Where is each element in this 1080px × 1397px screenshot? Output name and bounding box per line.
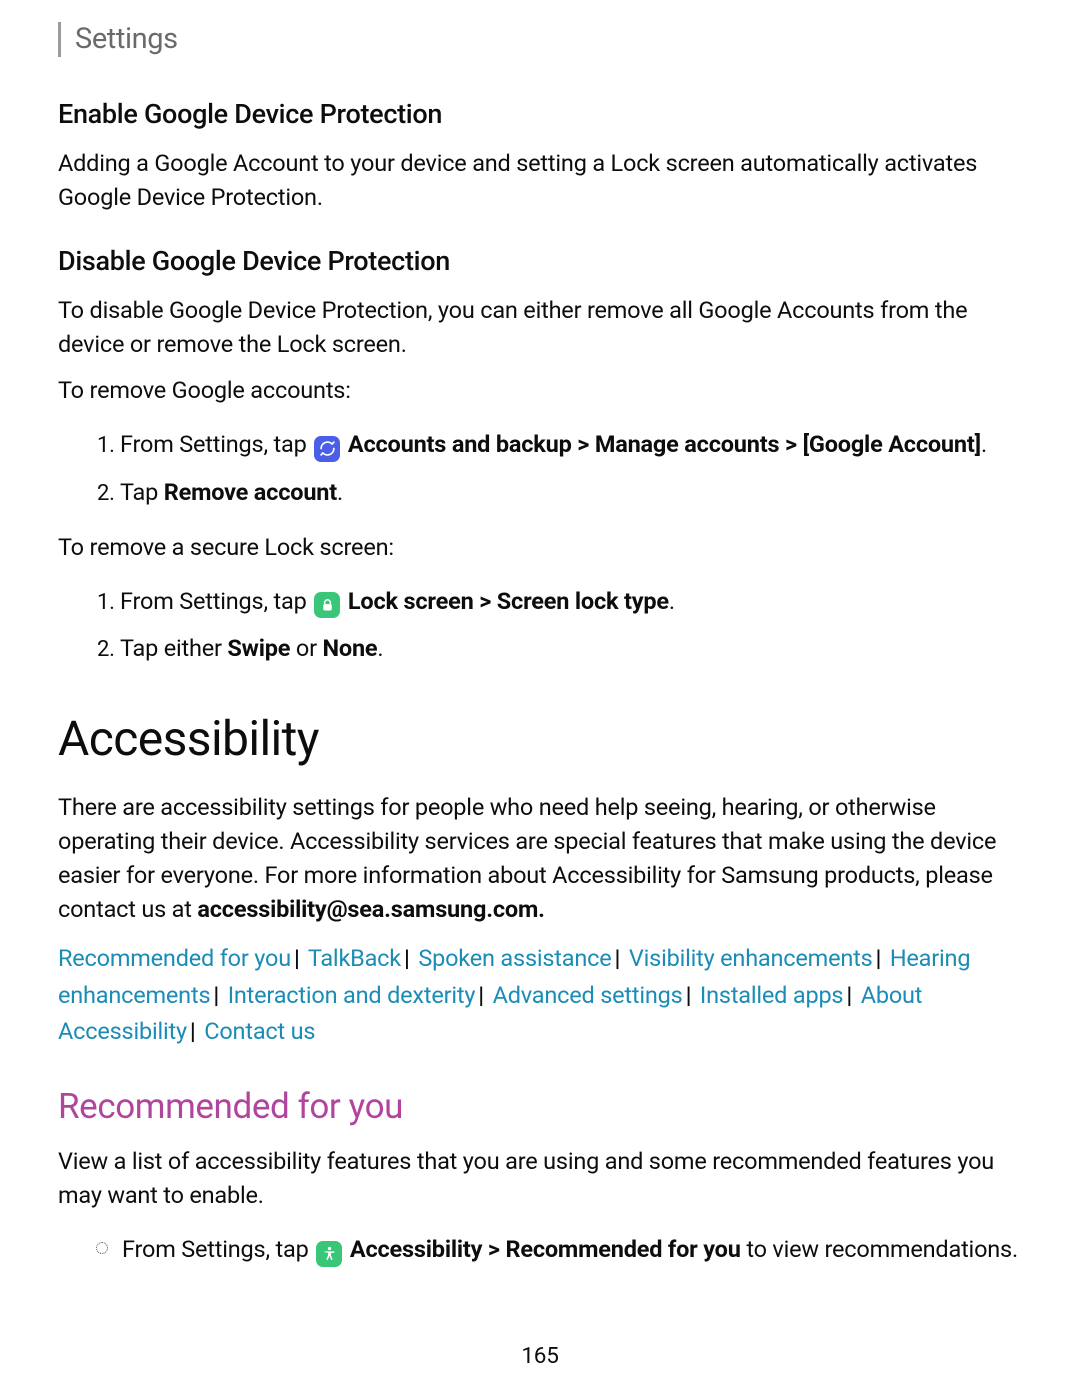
email-text: accessibility@sea.samsung.com [197, 895, 538, 923]
text: From Settings, tap [120, 430, 312, 458]
text-bold: Lock screen > Screen lock type [348, 587, 669, 615]
list-item: Tap Remove account. [120, 469, 1022, 516]
paragraph: To remove a secure Lock screen: [58, 530, 1022, 564]
heading-recommended: Recommended for you [58, 1082, 1022, 1133]
list-item: From Settings, tap Accessibility > Recom… [106, 1226, 1022, 1277]
accessibility-icon [316, 1241, 342, 1267]
link-visibility-enhancements[interactable]: Visibility enhancements [629, 944, 873, 972]
list-item: From Settings, tap Lock screen > Screen … [120, 578, 1022, 625]
text: . [981, 430, 987, 458]
link-interaction-dexterity[interactable]: Interaction and dexterity [228, 981, 476, 1009]
link-spoken-assistance[interactable]: Spoken assistance [418, 944, 611, 972]
lock-icon [314, 592, 340, 618]
text-bold: Remove account [164, 478, 337, 506]
paragraph: Adding a Google Account to your device a… [58, 146, 1022, 214]
separator: | [843, 981, 855, 1009]
page-number: 165 [0, 1340, 1080, 1373]
heading-enable-gdp: Enable Google Device Protection [58, 95, 1022, 134]
text-bold: None [323, 634, 378, 662]
paragraph: There are accessibility settings for peo… [58, 790, 1022, 926]
separator: | [187, 1017, 199, 1045]
text: From Settings, tap [122, 1235, 314, 1263]
list-item: Tap either Swipe or None. [120, 625, 1022, 672]
link-contact-us[interactable]: Contact us [204, 1017, 315, 1045]
link-installed-apps[interactable]: Installed apps [700, 981, 843, 1009]
link-advanced-settings[interactable]: Advanced settings [493, 981, 683, 1009]
separator: | [683, 981, 695, 1009]
ordered-list: From Settings, tap Lock screen > Screen … [58, 578, 1022, 673]
text: to view recommendations. [741, 1235, 1018, 1263]
heading-accessibility: Accessibility [58, 704, 1022, 774]
link-recommended-for-you[interactable]: Recommended for you [58, 944, 291, 972]
list-item: From Settings, tap Accounts and backup >… [120, 421, 1022, 468]
paragraph: To disable Google Device Protection, you… [58, 293, 1022, 361]
page-header: Settings [58, 22, 1022, 57]
heading-disable-gdp: Disable Google Device Protection [58, 242, 1022, 281]
text: . [538, 895, 545, 923]
page: Settings Enable Google Device Protection… [0, 0, 1080, 1397]
separator: | [873, 944, 885, 972]
paragraph: To remove Google accounts: [58, 373, 1022, 407]
text: . [377, 634, 383, 662]
text: Tap either [120, 634, 227, 662]
link-talkback[interactable]: TalkBack [308, 944, 401, 972]
link-nav: Recommended for you| TalkBack| Spoken as… [58, 940, 1022, 1049]
sync-icon [314, 436, 340, 462]
text-bold: Accounts and backup > Manage accounts > … [348, 430, 981, 458]
text-bold: Swipe [227, 634, 290, 662]
text: . [669, 587, 675, 615]
text: . [337, 478, 343, 506]
ordered-list: From Settings, tap Accounts and backup >… [58, 421, 1022, 516]
bullet-list: From Settings, tap Accessibility > Recom… [58, 1226, 1022, 1277]
separator: | [210, 981, 222, 1009]
separator: | [475, 981, 487, 1009]
text: Tap [120, 478, 164, 506]
separator: | [401, 944, 413, 972]
paragraph: View a list of accessibility features th… [58, 1144, 1022, 1212]
separator: | [612, 944, 624, 972]
text: or [290, 634, 322, 662]
text-bold: Accessibility > Recommended for you [350, 1235, 741, 1263]
text: From Settings, tap [120, 587, 312, 615]
separator: | [291, 944, 303, 972]
